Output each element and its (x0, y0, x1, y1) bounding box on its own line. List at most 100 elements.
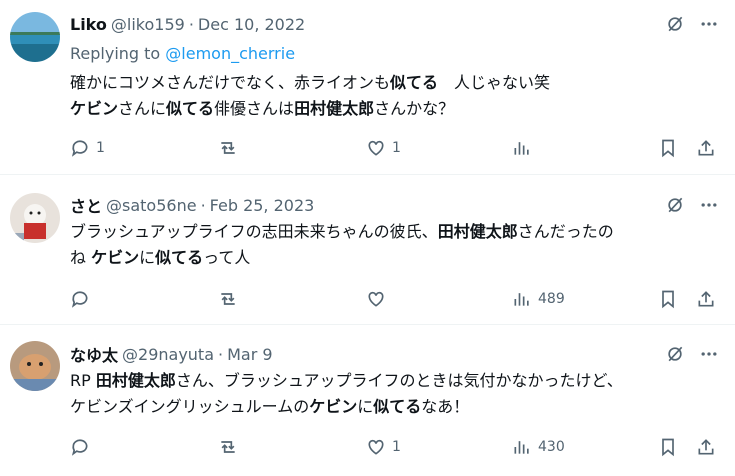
text-bold: ケビン (309, 397, 358, 416)
bookmark-button[interactable] (658, 287, 678, 311)
like-icon (366, 289, 386, 309)
text-span: なあ！ (421, 397, 470, 416)
text-bold: 似てる (373, 397, 422, 416)
retweet-button[interactable] (218, 435, 238, 459)
views-icon (512, 138, 532, 158)
grok-icon[interactable] (665, 344, 685, 364)
text-bold: 似てる (166, 99, 215, 118)
text-span: ケビンズイングリッシュルームの (70, 397, 310, 416)
bookmark-icon (658, 289, 678, 309)
header-actions (665, 195, 719, 215)
text-span: さんかな？ (374, 99, 455, 118)
grok-icon[interactable] (665, 195, 685, 215)
tweet-text-line: ケビンズイングリッシュルームのケビンに似てるなあ！ (70, 394, 719, 420)
user-handle[interactable]: @29nayuta (122, 345, 214, 364)
grok-icon[interactable] (665, 14, 685, 34)
header-actions (665, 344, 719, 364)
bookmark-button[interactable] (658, 435, 678, 459)
reply-icon (70, 437, 90, 457)
tweet-1[interactable]: Liko @liko159 · Dec 10, 2022 Replying to… (0, 0, 735, 175)
views-button[interactable] (512, 136, 538, 160)
retweet-icon (218, 138, 238, 158)
separator: · (188, 14, 194, 34)
more-icon[interactable] (699, 344, 719, 364)
share-button[interactable] (696, 287, 716, 311)
display-name[interactable]: なゆ太 (70, 342, 118, 366)
replying-handle-link[interactable]: @lemon_cherrie (165, 44, 295, 63)
avatar[interactable] (10, 341, 60, 391)
text-span: RP (70, 371, 96, 390)
tweet-text: RP 田村健太郎さん、ブラッシュアップライフのときは気付かなかったけど、 ケビン… (70, 368, 719, 420)
views-icon (512, 289, 532, 309)
like-button[interactable]: 1 (366, 435, 401, 459)
more-icon[interactable] (699, 14, 719, 34)
like-icon (366, 437, 386, 457)
reply-icon (70, 289, 90, 309)
tweet-date[interactable]: Dec 10, 2022 (198, 15, 305, 34)
reply-button[interactable] (70, 287, 90, 311)
more-icon[interactable] (699, 195, 719, 215)
tweet-actions: 1 430 (70, 435, 721, 459)
retweet-button[interactable] (218, 287, 238, 311)
text-span: 確かにコツメさんだけでなく、赤ライオンも (70, 73, 391, 92)
tweet-2[interactable]: さと @sato56ne · Feb 25, 2023 ブラッシュアップライフの… (0, 175, 735, 325)
views-count: 489 (538, 291, 565, 307)
bookmark-icon (658, 437, 678, 457)
like-button[interactable] (366, 287, 386, 311)
tweet-actions: 489 (70, 287, 721, 311)
tweet-date[interactable]: Mar 9 (227, 345, 272, 364)
replying-to: Replying to @lemon_cherrie (70, 44, 719, 66)
display-name[interactable]: Liko (70, 15, 107, 34)
like-count: 1 (392, 140, 401, 156)
user-handle[interactable]: @liko159 (111, 15, 185, 34)
tweet-header: なゆ太 @29nayuta · Mar 9 (70, 342, 719, 366)
text-bold: 田村健太郎 (95, 371, 176, 390)
text-span: ブラッシュアップライフの志田未来ちゃんの彼氏、 (70, 222, 438, 241)
text-bold: 田村健太郎 (437, 222, 518, 241)
reply-button[interactable]: 1 (70, 136, 105, 160)
views-button[interactable]: 489 (512, 287, 565, 311)
tweet-actions: 1 1 (70, 136, 721, 160)
tweet-text-line: ケビンさんに似てる俳優さんは田村健太郎さんかな？ (70, 96, 719, 122)
tweet-text-line: ブラッシュアップライフの志田未来ちゃんの彼氏、田村健太郎さんだったの (70, 219, 719, 245)
views-button[interactable]: 430 (512, 435, 565, 459)
tweet-text-line: 確かにコツメさんだけでなく、赤ライオンも似てる 人じゃない笑 (70, 70, 719, 96)
share-icon (696, 138, 716, 158)
text-bold: ケビン (91, 248, 140, 267)
separator: · (200, 195, 206, 215)
share-icon (696, 437, 716, 457)
user-handle[interactable]: @sato56ne (106, 196, 197, 215)
header-actions (665, 14, 719, 34)
share-button[interactable] (696, 435, 716, 459)
retweet-icon (218, 437, 238, 457)
text-span: 人じゃない笑 (438, 73, 551, 92)
text-bold: 似てる (390, 73, 439, 92)
tweet-3[interactable]: なゆ太 @29nayuta · Mar 9 RP 田村健太郎さん、ブラッシュアッ… (0, 325, 735, 476)
retweet-icon (218, 289, 238, 309)
bookmark-icon (658, 138, 678, 158)
like-icon (366, 138, 386, 158)
text-span: さんに (118, 99, 167, 118)
avatar[interactable] (10, 193, 60, 243)
separator: · (218, 344, 224, 364)
avatar[interactable] (10, 12, 60, 62)
replying-prefix: Replying to (70, 44, 161, 63)
reply-button[interactable] (70, 435, 90, 459)
reply-icon (70, 138, 90, 158)
text-span: に (139, 248, 156, 267)
retweet-button[interactable] (218, 136, 238, 160)
tweet-header: さと @sato56ne · Feb 25, 2023 (70, 193, 719, 217)
text-span: って人 (203, 248, 251, 267)
like-button[interactable]: 1 (366, 136, 401, 160)
share-button[interactable] (696, 136, 716, 160)
display-name[interactable]: さと (70, 193, 102, 217)
reply-count: 1 (96, 140, 105, 156)
text-span: さんだったの (517, 222, 614, 241)
text-span: さん、ブラッシュアップライフのときは気付かなかったけど、 (175, 371, 623, 390)
text-span: 俳優さんは (214, 99, 295, 118)
text-bold: ケビン (70, 99, 119, 118)
tweet-text: ブラッシュアップライフの志田未来ちゃんの彼氏、田村健太郎さんだったの ね ケビン… (70, 219, 719, 271)
tweet-date[interactable]: Feb 25, 2023 (210, 196, 315, 215)
bookmark-button[interactable] (658, 136, 678, 160)
text-bold: 似てる (155, 248, 204, 267)
